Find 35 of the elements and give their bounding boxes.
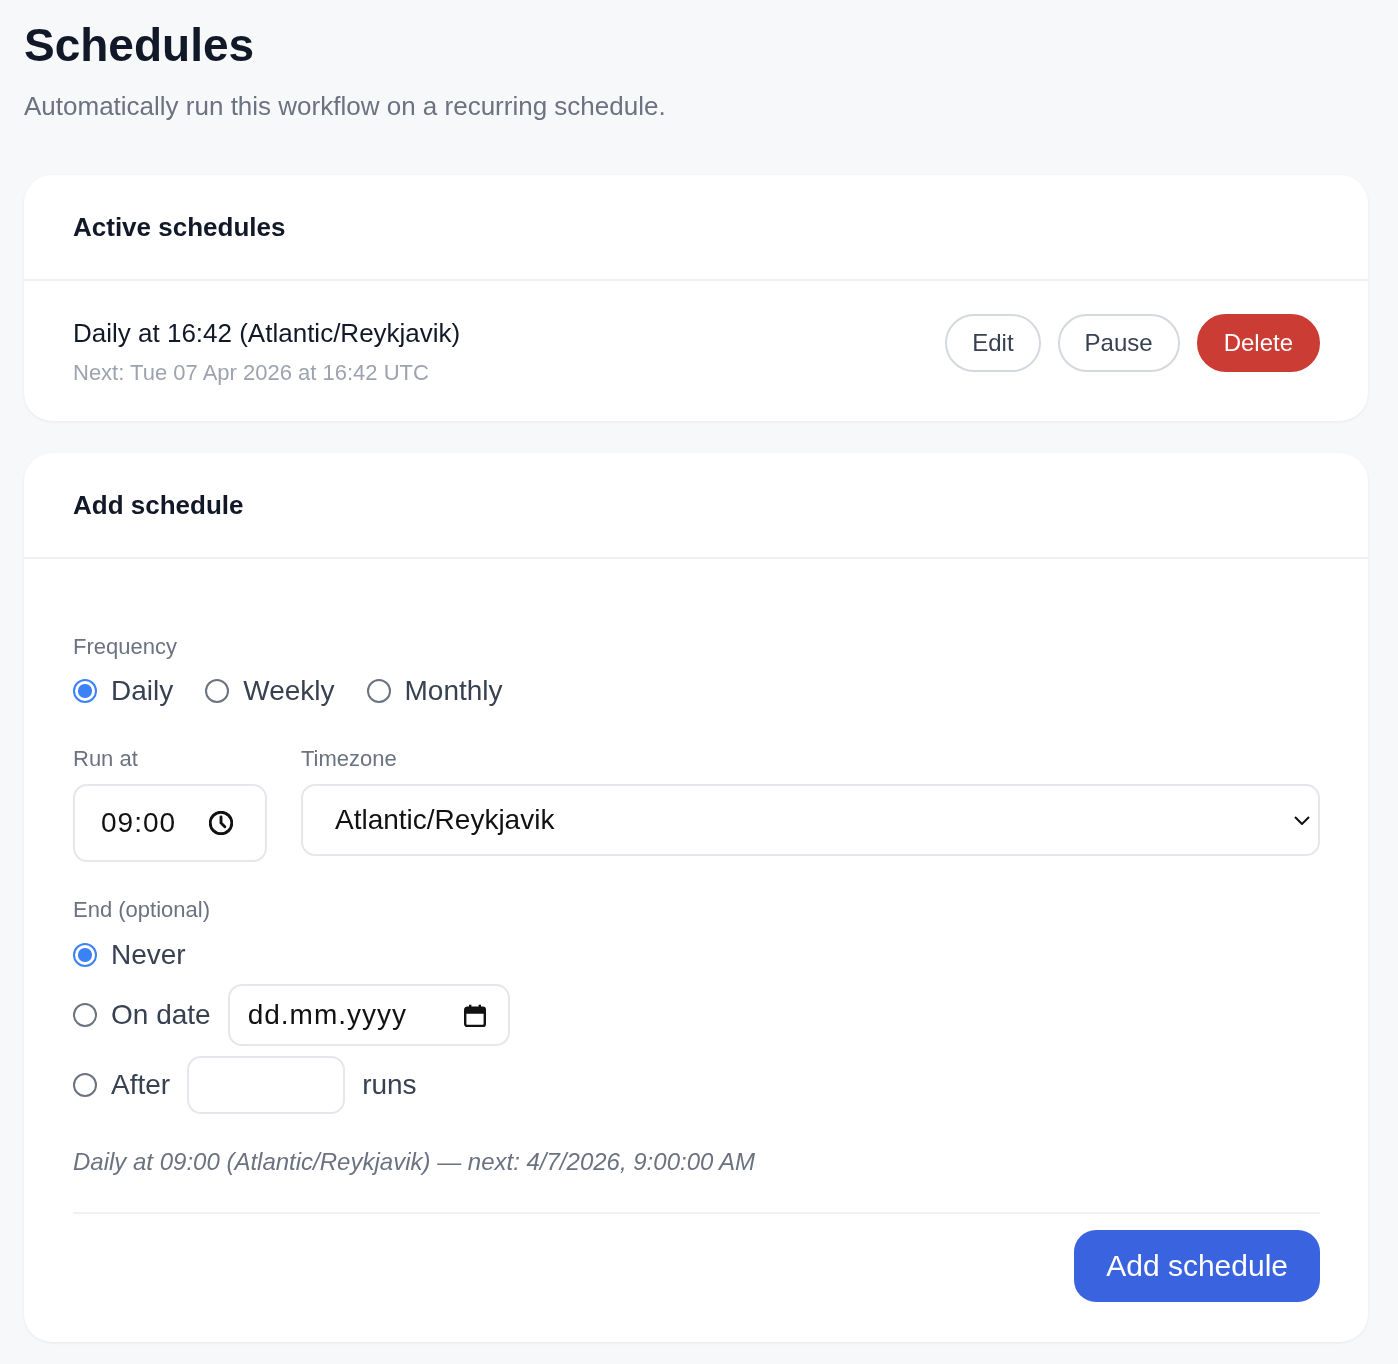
schedule-name: Daily at 16:42 (Atlantic/Reykjavik) <box>73 317 461 349</box>
panel-title: Add schedule <box>73 489 244 521</box>
radio-label[interactable]: Never <box>111 937 186 973</box>
action-button[interactable]: Pause <box>1057 314 1180 372</box>
calendar-icon <box>463 1003 486 1027</box>
radio-label[interactable]: Weekly <box>243 673 335 709</box>
time-field[interactable]: 09:00 <box>73 784 267 862</box>
add-schedule-button[interactable]: Add schedule <box>1074 1230 1320 1302</box>
chevron-down-icon <box>1294 815 1310 825</box>
page-subtitle: Automatically run this workflow on a recurring schedule. <box>24 90 667 122</box>
radio-button[interactable] <box>73 679 97 703</box>
radio-button[interactable] <box>73 1073 97 1097</box>
timezone-select[interactable]: Atlantic/Reykjavik <box>301 784 1320 856</box>
radio-label[interactable]: On date <box>111 997 211 1033</box>
field-label: End (optional) <box>73 896 211 924</box>
radio-button[interactable] <box>205 679 230 703</box>
delete-button[interactable]: Delete <box>1196 314 1320 372</box>
date-field[interactable]: dd.mm.yyyy <box>227 984 510 1046</box>
radio-button[interactable] <box>73 943 97 967</box>
radio-label[interactable]: Monthly <box>404 673 503 709</box>
action-button[interactable]: Edit <box>945 314 1041 372</box>
field-label: Timezone <box>301 745 398 773</box>
field-label: Frequency <box>73 633 178 661</box>
field-label: Run at <box>73 745 139 773</box>
page-title: Schedules <box>24 18 256 73</box>
runs-label: runs <box>362 1068 417 1102</box>
clock-icon <box>209 811 233 835</box>
input-field[interactable] <box>187 1056 346 1114</box>
panel-title: Active schedules <box>73 211 286 243</box>
radio-label[interactable]: Daily <box>111 673 174 709</box>
radio-button[interactable] <box>366 679 391 703</box>
radio-label[interactable]: After <box>111 1067 171 1103</box>
radio-button[interactable] <box>73 1003 97 1027</box>
next-run-text: Next: Tue 07 Apr 2026 at 16:42 UTC <box>73 359 430 387</box>
schedule-summary: Daily at 09:00 (Atlantic/Reykjavik) — next: 4/7/2026, 9:00:00 AM <box>73 1147 757 1177</box>
